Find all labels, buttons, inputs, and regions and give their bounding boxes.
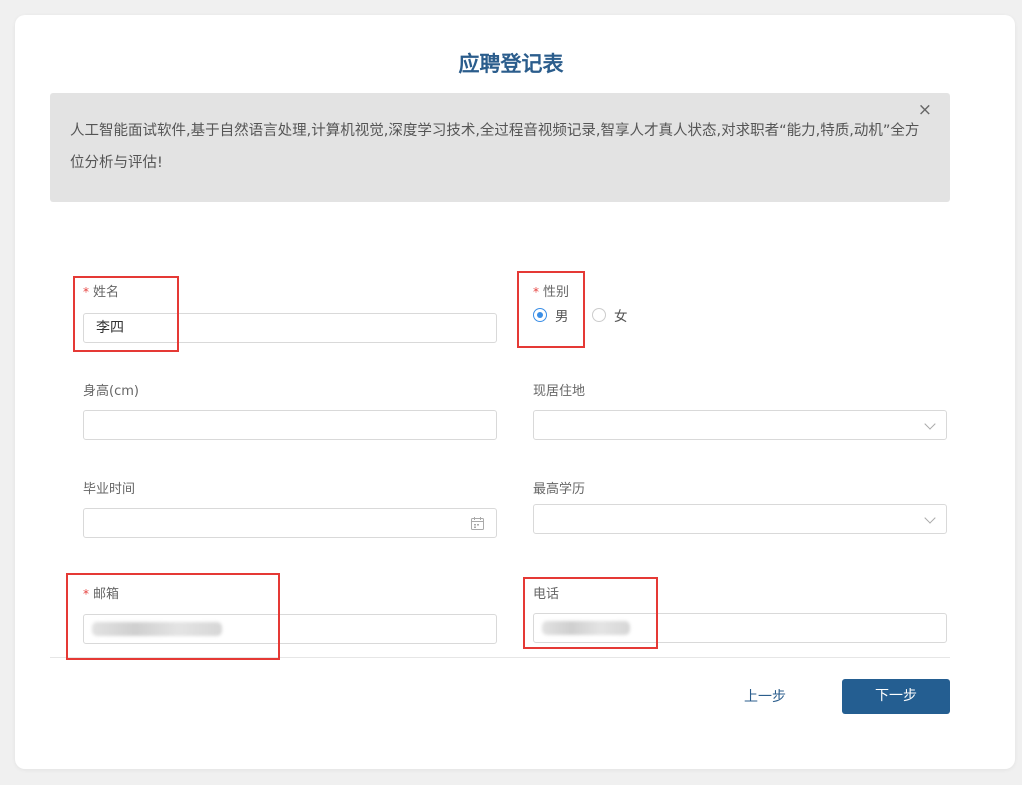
residence-select[interactable]	[533, 410, 947, 440]
education-select[interactable]	[533, 504, 947, 534]
graduation-label: 毕业时间	[83, 482, 136, 497]
highlight-box-gender	[517, 271, 585, 348]
height-label: 身高(cm)	[83, 384, 139, 399]
page-title: 应聘登记表	[458, 52, 564, 76]
residence-label: 现居住地	[533, 384, 586, 399]
graduation-date-picker[interactable]	[83, 508, 497, 538]
close-icon[interactable]: ×	[918, 100, 932, 120]
highlight-box-phone	[523, 577, 658, 649]
education-label: 最高学历	[533, 482, 586, 497]
gender-radio-female[interactable]: 女	[592, 305, 628, 325]
radio-circle-unchecked[interactable]	[592, 308, 606, 322]
gender-option-label: 女	[614, 309, 628, 325]
prev-step-button[interactable]: 上一步	[730, 684, 800, 710]
calendar-icon	[471, 517, 484, 530]
highlight-box-email	[66, 573, 280, 660]
chevron-down-icon	[924, 512, 936, 524]
info-banner: 人工智能面试软件,基于自然语言处理,计算机视觉,深度学习技术,全过程音视频记录,…	[50, 93, 950, 202]
highlight-box-name	[73, 276, 179, 352]
next-step-button[interactable]: 下一步	[842, 679, 950, 714]
height-input[interactable]	[83, 410, 497, 440]
banner-text: 人工智能面试软件,基于自然语言处理,计算机视觉,深度学习技术,全过程音视频记录,…	[70, 123, 920, 171]
chevron-down-icon	[924, 418, 936, 430]
